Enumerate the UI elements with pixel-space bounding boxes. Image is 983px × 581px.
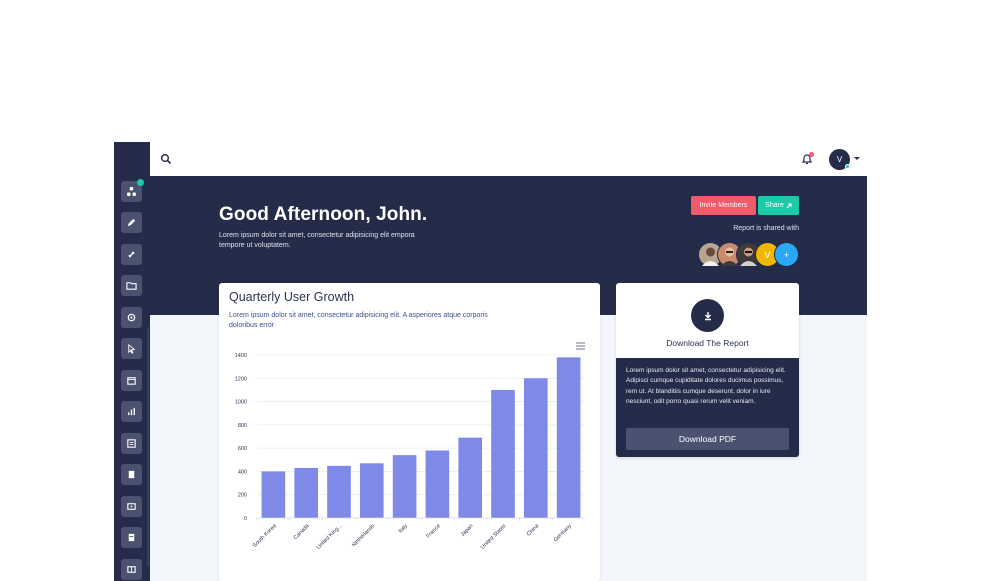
invite-members-label: Invite Members <box>699 202 748 209</box>
page-title: Good Afternoon, John. <box>219 204 428 225</box>
bar[interactable] <box>392 455 417 518</box>
bar[interactable] <box>491 389 515 518</box>
sidebar-scrollbar[interactable] <box>147 327 149 567</box>
y-tick-label: 400 <box>238 469 247 475</box>
bar[interactable] <box>261 471 286 518</box>
page-subtitle: Lorem ipsum dolor sit amet, consectetur … <box>219 232 415 249</box>
bar[interactable] <box>458 437 483 518</box>
download-pdf-button[interactable]: Download PDF <box>626 428 789 450</box>
x-tick-label: Canada <box>293 523 312 542</box>
link-icon <box>128 251 135 258</box>
y-tick-label: 1000 <box>235 400 247 406</box>
y-tick-label: 600 <box>238 446 247 452</box>
sidebar-item-settings[interactable] <box>121 307 142 328</box>
sidebar-item-files[interactable] <box>121 275 142 296</box>
y-tick-label: 1200 <box>235 376 247 382</box>
cog-icon <box>127 313 136 322</box>
y-tick-label: 0 <box>244 516 247 522</box>
shared-user-initial: V <box>764 249 771 260</box>
y-tick-label: 200 <box>238 493 247 499</box>
x-tick-label: Netherlands <box>351 523 376 548</box>
x-tick-label: France <box>425 523 441 539</box>
x-tick-label: Japan <box>460 523 475 538</box>
quarterly-growth-card: Quarterly User Growth Lorem ipsum dolor … <box>219 283 600 581</box>
sidebar-item-analytics[interactable] <box>121 401 142 422</box>
download-icon <box>704 311 711 320</box>
x-tick-label: United King... <box>316 523 344 551</box>
sidebar-item-reports[interactable] <box>121 433 142 454</box>
sidebar-item-select[interactable] <box>121 338 142 359</box>
bar-chart-icon <box>128 407 135 416</box>
bar[interactable] <box>294 467 319 518</box>
download-button-circle[interactable] <box>691 299 724 332</box>
id-card-icon <box>127 566 136 573</box>
sidebar-item-billing[interactable] <box>121 496 142 517</box>
online-status-dot <box>845 164 850 169</box>
nodes-icon <box>126 186 137 197</box>
sidebar-item-id[interactable] <box>121 559 142 580</box>
x-tick-label: United States <box>480 523 508 551</box>
search-icon[interactable] <box>160 153 172 165</box>
share-label: Share <box>765 202 784 209</box>
shared-with-label: Report is shared with <box>733 225 799 232</box>
document-icon <box>127 439 136 448</box>
invite-members-button[interactable]: Invite Members <box>691 196 756 215</box>
download-card-header: Download The Report <box>616 283 799 358</box>
share-button[interactable]: Share <box>758 196 799 215</box>
cursor-icon <box>128 343 136 354</box>
arrow-up-right-icon <box>786 203 792 208</box>
notification-dot <box>809 152 814 157</box>
calendar-icon <box>127 377 136 385</box>
bar[interactable] <box>359 463 384 518</box>
x-tick-label: South Korea <box>252 523 279 550</box>
notebook-icon <box>128 533 135 542</box>
sidebar-item-notes[interactable] <box>121 527 142 548</box>
bar[interactable] <box>556 357 581 518</box>
bar[interactable] <box>523 378 548 518</box>
download-pdf-label: Download PDF <box>678 434 737 444</box>
chevron-down-icon[interactable] <box>854 157 860 160</box>
map-icon <box>128 470 135 479</box>
download-card-text: Lorem ipsum dolor sit amet, consectetur … <box>626 367 786 405</box>
bar-chart: 0 200 400 600 800 1000 1200 1400 South Korea Cana… <box>235 353 585 551</box>
bar[interactable] <box>425 450 450 518</box>
download-card-title: Download The Report <box>666 338 749 348</box>
notification-badge <box>137 179 144 186</box>
sidebar-item-map[interactable] <box>121 464 142 485</box>
bar[interactable] <box>327 465 351 518</box>
download-card-body: Lorem ipsum dolor sit amet, consectetur … <box>616 358 799 457</box>
x-tick-label: Germany <box>553 523 573 543</box>
download-report-card: Download The Report Lorem ipsum dolor si… <box>616 283 799 457</box>
pencil-icon <box>127 218 136 227</box>
sidebar-item-links[interactable] <box>121 244 142 265</box>
topbar: V <box>150 142 867 176</box>
user-initial: V <box>836 155 843 164</box>
folder-icon <box>126 282 137 290</box>
y-tick-label: 800 <box>238 423 247 429</box>
x-tick-label: Italy <box>398 523 410 535</box>
sidebar <box>114 142 150 581</box>
x-tick-label: China <box>526 523 541 538</box>
sidebar-item-edit[interactable] <box>121 212 142 233</box>
plus-icon: + <box>783 249 790 260</box>
sidebar-item-calendar[interactable] <box>121 370 142 391</box>
add-shared-user-button[interactable]: + <box>774 242 799 267</box>
y-tick-label: 1400 <box>235 353 247 359</box>
wallet-icon <box>127 503 136 510</box>
